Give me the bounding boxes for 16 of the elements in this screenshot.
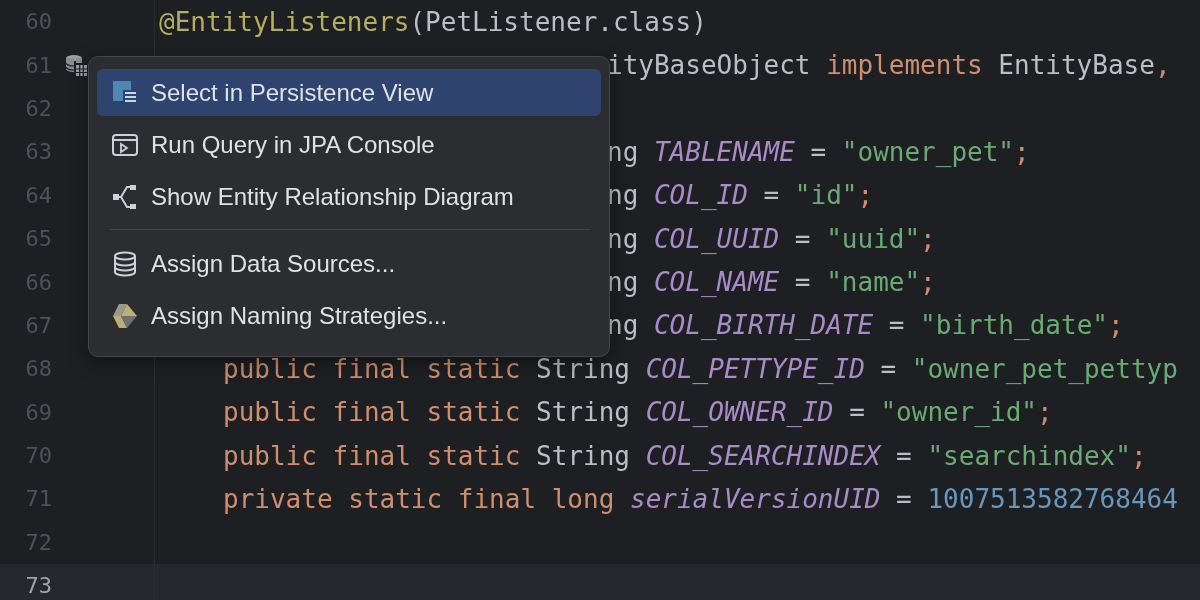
diagram-icon	[111, 182, 139, 211]
database-icon	[111, 249, 139, 278]
menu-item[interactable]: Show Entity Relationship Diagram	[97, 173, 601, 220]
line-number: 73	[24, 573, 52, 599]
code-line: public final static String COL_SEARCHINDEX = "searchindex";	[223, 440, 1147, 471]
hexagon-cube-icon	[111, 301, 139, 330]
code-line: private static final long serialVersionUID = 1007513582768464	[223, 484, 1178, 514]
code-line: public final static String COL_PETTYPE_ID = "owner_pet_pettyp	[223, 353, 1178, 384]
menu-item[interactable]: Assign Naming Strategies...	[97, 292, 601, 339]
menu-item[interactable]: Run Query in JPA Console	[97, 121, 601, 168]
code-line: ityBaseObject implements EntityBase,	[607, 50, 1171, 81]
code-line: @EntityListeners(PetListener.class)	[159, 6, 707, 37]
menu-item[interactable]: Select in Persistence View	[97, 69, 601, 116]
code-line: public final static String COL_OWNER_ID = "owner_id";	[223, 397, 1053, 428]
menu-item[interactable]: Assign Data Sources...	[97, 240, 601, 287]
database-table-icon[interactable]	[64, 53, 88, 78]
